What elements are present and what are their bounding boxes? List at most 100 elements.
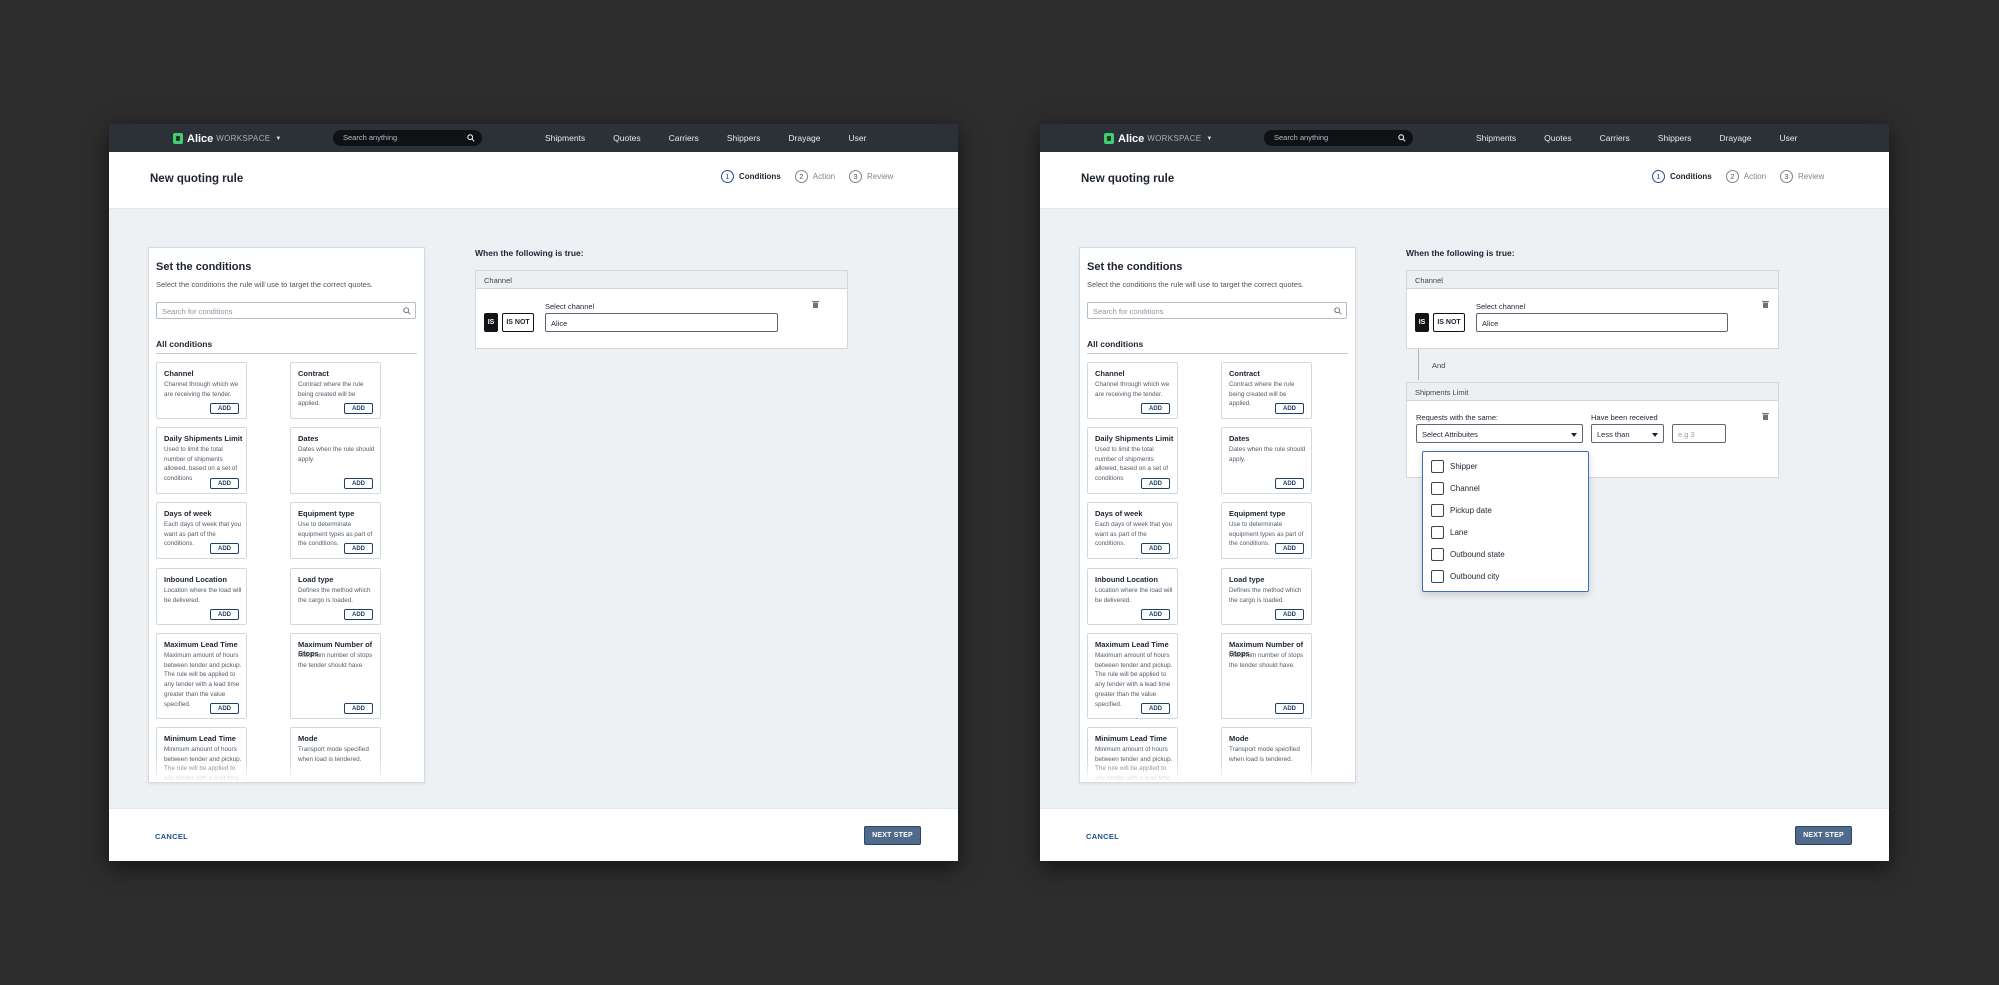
checkbox[interactable] <box>1431 525 1444 539</box>
add-condition-button[interactable]: ADD <box>210 543 239 554</box>
limit-number-input[interactable]: e.g 3 <box>1672 424 1726 443</box>
card-title: Minimum Lead Time <box>164 734 236 743</box>
rule-channel: Channel IS IS NOT Select channel Alice <box>1406 270 1779 349</box>
add-condition-button[interactable]: ADD <box>1275 543 1304 554</box>
nav-carriers[interactable]: Carriers <box>669 133 699 143</box>
card-title: Contract <box>298 369 329 378</box>
attribute-option-shipper[interactable]: Shipper <box>1431 459 1478 473</box>
add-condition-button[interactable]: ADD <box>344 478 373 489</box>
cancel-button[interactable]: CANCEL <box>155 832 188 841</box>
workspace-switcher[interactable]: Alice WORKSPACE ▼ <box>173 132 281 145</box>
global-search-input[interactable]: Search anything <box>1264 130 1413 146</box>
add-condition-button[interactable]: ADD <box>1141 609 1170 620</box>
step-conditions[interactable]: 1 Conditions <box>721 170 781 183</box>
checkbox[interactable] <box>1431 481 1444 495</box>
conditions-search-placeholder: Search for conditions <box>1093 307 1164 316</box>
page-header: New quoting rule 1 Conditions 2 Action 3 Re… <box>1040 152 1889 209</box>
conditions-search-input[interactable]: Search for conditions <box>1087 302 1347 319</box>
is-toggle[interactable]: IS <box>484 313 498 332</box>
next-step-button[interactable]: NEXT STEP <box>864 826 921 845</box>
card-title: Dates <box>1229 434 1250 443</box>
rule-header-label: Shipments Limit <box>1415 388 1469 397</box>
add-condition-button[interactable]: ADD <box>344 703 373 714</box>
trash-icon[interactable] <box>1762 300 1769 308</box>
card-title: Equipment type <box>298 509 355 518</box>
add-condition-button[interactable]: ADD <box>210 403 239 414</box>
add-condition-button[interactable]: ADD <box>1275 703 1304 714</box>
card-title: Inbound Location <box>164 575 227 584</box>
attribute-option-pickup-date[interactable]: Pickup date <box>1431 503 1492 517</box>
is-not-toggle[interactable]: IS NOT <box>502 313 534 332</box>
checkbox[interactable] <box>1431 547 1444 561</box>
nav-shippers[interactable]: Shippers <box>727 133 761 143</box>
add-condition-button[interactable]: ADD <box>344 403 373 414</box>
search-icon[interactable] <box>467 134 475 142</box>
condition-card-days-of-week: Days of week Each days of week that you w… <box>156 502 247 559</box>
add-condition-button[interactable]: ADD <box>210 703 239 714</box>
nav-shipments[interactable]: Shipments <box>1476 133 1516 143</box>
nav-user[interactable]: User <box>1780 133 1798 143</box>
channel-input[interactable]: Alice <box>1476 313 1728 332</box>
card-title: Maximum Lead Time <box>1095 640 1169 649</box>
add-condition-button[interactable]: ADD <box>1275 403 1304 414</box>
attribute-option-channel[interactable]: Channel <box>1431 481 1480 495</box>
checkbox[interactable] <box>1431 459 1444 473</box>
step-action[interactable]: 2 Action <box>1725 170 1766 183</box>
alice-logo-icon <box>1104 133 1114 144</box>
checkbox[interactable] <box>1431 569 1444 583</box>
trash-icon[interactable] <box>1762 412 1769 420</box>
nav-shippers[interactable]: Shippers <box>1658 133 1692 143</box>
attributes-dropdown: Shipper Channel Pickup date Lane Outboun… <box>1422 451 1589 592</box>
global-search-input[interactable]: Search anything <box>333 130 482 146</box>
nav-drayage[interactable]: Drayage <box>1719 133 1751 143</box>
step-conditions[interactable]: 1 Conditions <box>1652 170 1712 183</box>
attributes-select[interactable]: Select Attribuites <box>1416 424 1583 443</box>
caret-down-icon <box>1652 433 1658 437</box>
condition-card-dates: Dates Dates when the rule should apply. AD… <box>1221 427 1312 494</box>
add-condition-button[interactable]: ADD <box>1141 403 1170 414</box>
condition-card-equipment-type: Equipment type Use to determinate equipme… <box>1221 502 1312 559</box>
attribute-option-lane[interactable]: Lane <box>1431 525 1468 539</box>
add-condition-button[interactable]: ADD <box>344 609 373 620</box>
conditions-search-input[interactable]: Search for conditions <box>156 302 416 319</box>
is-toggle[interactable]: IS <box>1415 313 1429 332</box>
nav-user[interactable]: User <box>849 133 867 143</box>
divider <box>1087 353 1348 354</box>
channel-input[interactable]: Alice <box>545 313 778 332</box>
attribute-option-outbound-state[interactable]: Outbound state <box>1431 547 1505 561</box>
trash-icon[interactable] <box>812 300 819 308</box>
add-condition-button[interactable]: ADD <box>210 609 239 620</box>
nav-shipments[interactable]: Shipments <box>545 133 585 143</box>
conditions-panel: Set the conditions Select the conditions… <box>148 247 425 783</box>
add-condition-button[interactable]: ADD <box>1141 703 1170 714</box>
add-condition-button[interactable]: ADD <box>1275 609 1304 620</box>
step-action[interactable]: 2 Action <box>794 170 835 183</box>
step-review[interactable]: 3 Review <box>849 170 893 183</box>
comparator-select[interactable]: Less than <box>1591 424 1664 443</box>
conditions-title: Set the conditions <box>1087 261 1183 273</box>
condition-card-daily-shipments-limit: Daily Shipments Limit Used to limit the t… <box>1087 427 1178 494</box>
is-not-toggle[interactable]: IS NOT <box>1433 313 1465 332</box>
channel-value: Alice <box>1482 319 1499 328</box>
card-title: Daily Shipments Limit <box>164 434 243 443</box>
add-condition-button[interactable]: ADD <box>1141 543 1170 554</box>
checkbox[interactable] <box>1431 503 1444 517</box>
add-condition-button[interactable]: ADD <box>1275 478 1304 489</box>
workspace-switcher[interactable]: Alice WORKSPACE ▼ <box>1104 132 1212 145</box>
conditions-description: Select the conditions the rule will use … <box>156 280 373 289</box>
cancel-button[interactable]: CANCEL <box>1086 832 1119 841</box>
step-review[interactable]: 3 Review <box>1780 170 1824 183</box>
add-condition-button[interactable]: ADD <box>210 478 239 489</box>
next-step-button[interactable]: NEXT STEP <box>1795 826 1852 845</box>
condition-card-contract: Contract Contract where the rule being cr… <box>1221 362 1312 419</box>
card-title: Channel <box>164 369 194 378</box>
nav-carriers[interactable]: Carriers <box>1600 133 1630 143</box>
option-label: Lane <box>1450 527 1468 537</box>
add-condition-button[interactable]: ADD <box>1141 478 1170 489</box>
nav-quotes[interactable]: Quotes <box>613 133 640 143</box>
search-icon[interactable] <box>1398 134 1406 142</box>
attribute-option-outbound-city[interactable]: Outbound city <box>1431 569 1499 583</box>
nav-quotes[interactable]: Quotes <box>1544 133 1571 143</box>
add-condition-button[interactable]: ADD <box>344 543 373 554</box>
nav-drayage[interactable]: Drayage <box>788 133 820 143</box>
